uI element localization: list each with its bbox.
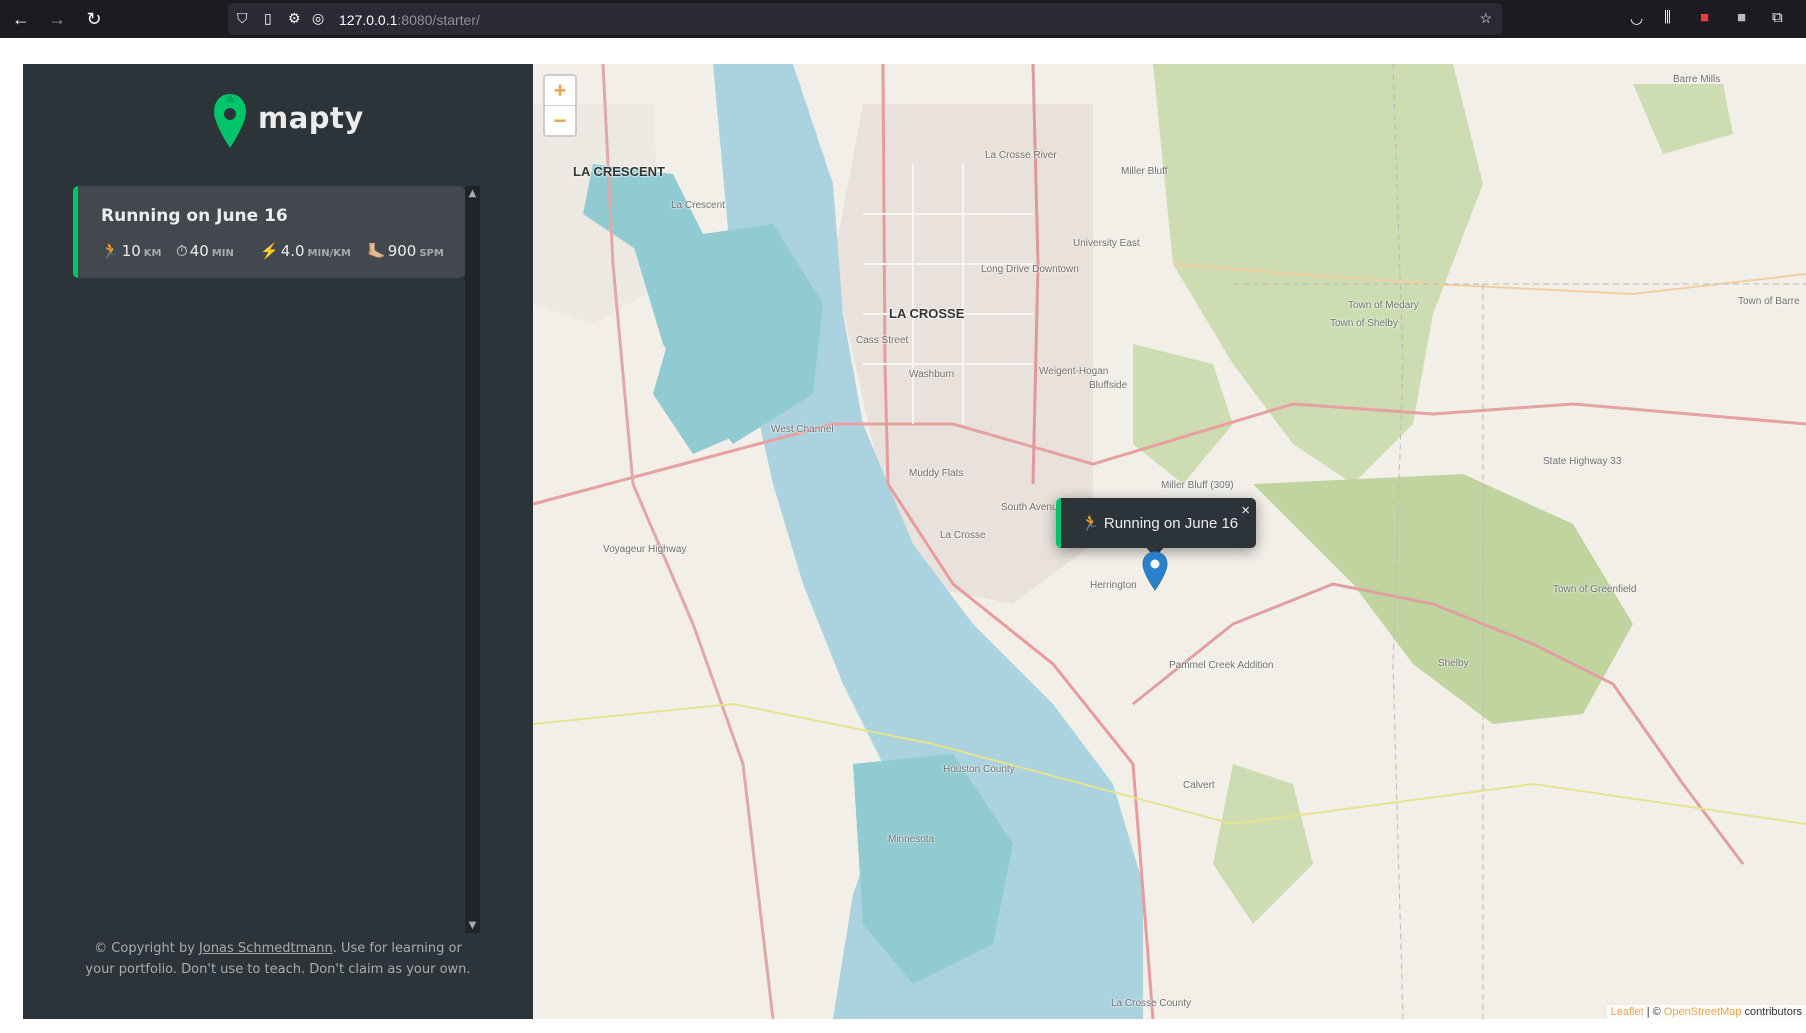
library-icon[interactable]: ⫼: [1664, 9, 1671, 26]
logo-text: mapty: [258, 101, 364, 135]
map-label: Muddy Flats: [909, 468, 964, 479]
map-label: Minnesota: [888, 834, 935, 845]
location-icon[interactable]: ◎: [312, 10, 324, 27]
workout-cadence: 🦶🏼 900 spm: [367, 242, 444, 260]
close-icon[interactable]: ×: [1241, 502, 1250, 519]
back-icon[interactable]: ←: [9, 9, 33, 29]
map-label: West Channel: [771, 424, 834, 435]
map-pin-logo-icon: [214, 94, 246, 148]
workout-popup[interactable]: 🏃 Running on June 16 ×: [1056, 498, 1256, 548]
map-label: La Crosse County: [1111, 998, 1192, 1009]
zoom-out-button[interactable]: −: [545, 105, 575, 135]
osm-link[interactable]: OpenStreetMap: [1664, 1006, 1742, 1018]
map-label: Town of Greenfield: [1553, 584, 1637, 595]
page-icon: ▯: [264, 10, 272, 26]
copyright: © Copyright by Jonas Schmedtmann. Use fo…: [85, 941, 471, 977]
map-label: Town of Barre: [1738, 296, 1800, 307]
map-label: LA CRESCENT: [573, 164, 665, 179]
map-label: La Crescent: [671, 200, 725, 211]
sidebar: mapty Running on June 16 🏃 10 km ⏱ 40 min ⚡️…: [23, 64, 533, 1019]
runner-icon: 🏃: [1081, 515, 1100, 532]
shield-icon[interactable]: ⛉: [237, 10, 248, 27]
scroll-up-icon[interactable]: ▲: [465, 188, 480, 199]
map-marker-icon[interactable]: [1142, 551, 1168, 591]
runner-icon: 🏃: [101, 242, 120, 260]
browser-toolbar: ← → ↻ ⛉ ▯ ⚙ ◎ 127.0.0.1:8080/starter/ ☆ …: [0, 0, 1806, 38]
stopwatch-icon: ⏱: [176, 242, 188, 260]
map-label: Long Drive Downtown: [981, 264, 1079, 275]
permissions-icon[interactable]: ⚙: [288, 10, 301, 27]
map-label: La Crosse: [940, 530, 986, 541]
lightning-icon: ⚡️: [260, 242, 279, 260]
map-label: South Avenue: [1001, 502, 1064, 513]
map-label: La Crosse River: [985, 150, 1057, 161]
pocket-icon[interactable]: ◡: [1630, 9, 1643, 27]
map-label: Town of Shelby: [1330, 318, 1398, 329]
map-label: Calvert: [1183, 780, 1215, 791]
map-label: Barre Mills: [1673, 74, 1721, 85]
map-label: Miller Bluff (309): [1161, 480, 1234, 491]
forward-icon[interactable]: →: [45, 9, 69, 29]
workout-item[interactable]: Running on June 16 🏃 10 km ⏱ 40 min ⚡️ 4.0 min…: [73, 186, 465, 278]
map-label: Pammel Creek Addition: [1169, 660, 1274, 671]
map-label: LA CROSSE: [889, 306, 965, 321]
map[interactable]: LA CRESCENT La Crescent LA CROSSE Cass S…: [533, 64, 1806, 1019]
map-label: Washburn: [909, 369, 955, 380]
extension-icon[interactable]: ■: [1737, 9, 1746, 26]
map-label: University East: [1073, 238, 1140, 249]
workout-duration: ⏱ 40 min: [176, 242, 234, 260]
scroll-down-icon[interactable]: ▼: [465, 920, 480, 931]
workout-list-scrollbar[interactable]: ▲ ▼: [465, 186, 480, 933]
popup-text: 🏃 Running on June 16: [1081, 515, 1239, 532]
map-label: Shelby: [1438, 658, 1469, 669]
foot-icon: 🦶🏼: [367, 242, 386, 260]
map-label: Cass Street: [856, 335, 909, 346]
workout-distance: 🏃 10 km: [101, 242, 162, 260]
extensions-menu-icon[interactable]: ⧉: [1772, 9, 1783, 26]
leaflet-link[interactable]: Leaflet: [1611, 1006, 1644, 1018]
reload-icon[interactable]: ↻: [82, 9, 106, 29]
map-label: Voyageur Highway: [603, 544, 687, 555]
bookmark-star-icon[interactable]: ☆: [1479, 10, 1492, 27]
author-link[interactable]: Jonas Schmedtmann: [199, 941, 333, 956]
map-label: Houston County: [943, 764, 1015, 775]
map-label: Town of Medary: [1348, 300, 1419, 311]
map-attribution: Leaflet | © OpenStreetMap contributors: [1606, 1005, 1806, 1019]
map-label: Bluffside: [1089, 380, 1128, 391]
workout-list: Running on June 16 🏃 10 km ⏱ 40 min ⚡️ 4.0 min…: [73, 186, 490, 931]
url-bar[interactable]: ⛉ ▯ ⚙ ◎ 127.0.0.1:8080/starter/ ☆: [228, 3, 1502, 35]
workout-title: Running on June 16: [101, 206, 288, 226]
zoom-control: + −: [543, 74, 577, 137]
zoom-in-button[interactable]: +: [545, 76, 575, 105]
workout-pace: ⚡️ 4.0 min/km: [260, 242, 351, 260]
url-text[interactable]: 127.0.0.1:8080/starter/: [339, 12, 480, 28]
map-label: State Highway 33: [1543, 456, 1622, 467]
map-label: Miller Bluff: [1121, 166, 1168, 177]
ublock-icon[interactable]: ■: [1700, 9, 1709, 26]
map-label: Herrington: [1090, 580, 1137, 591]
map-label: Weigent-Hogan: [1039, 366, 1109, 377]
